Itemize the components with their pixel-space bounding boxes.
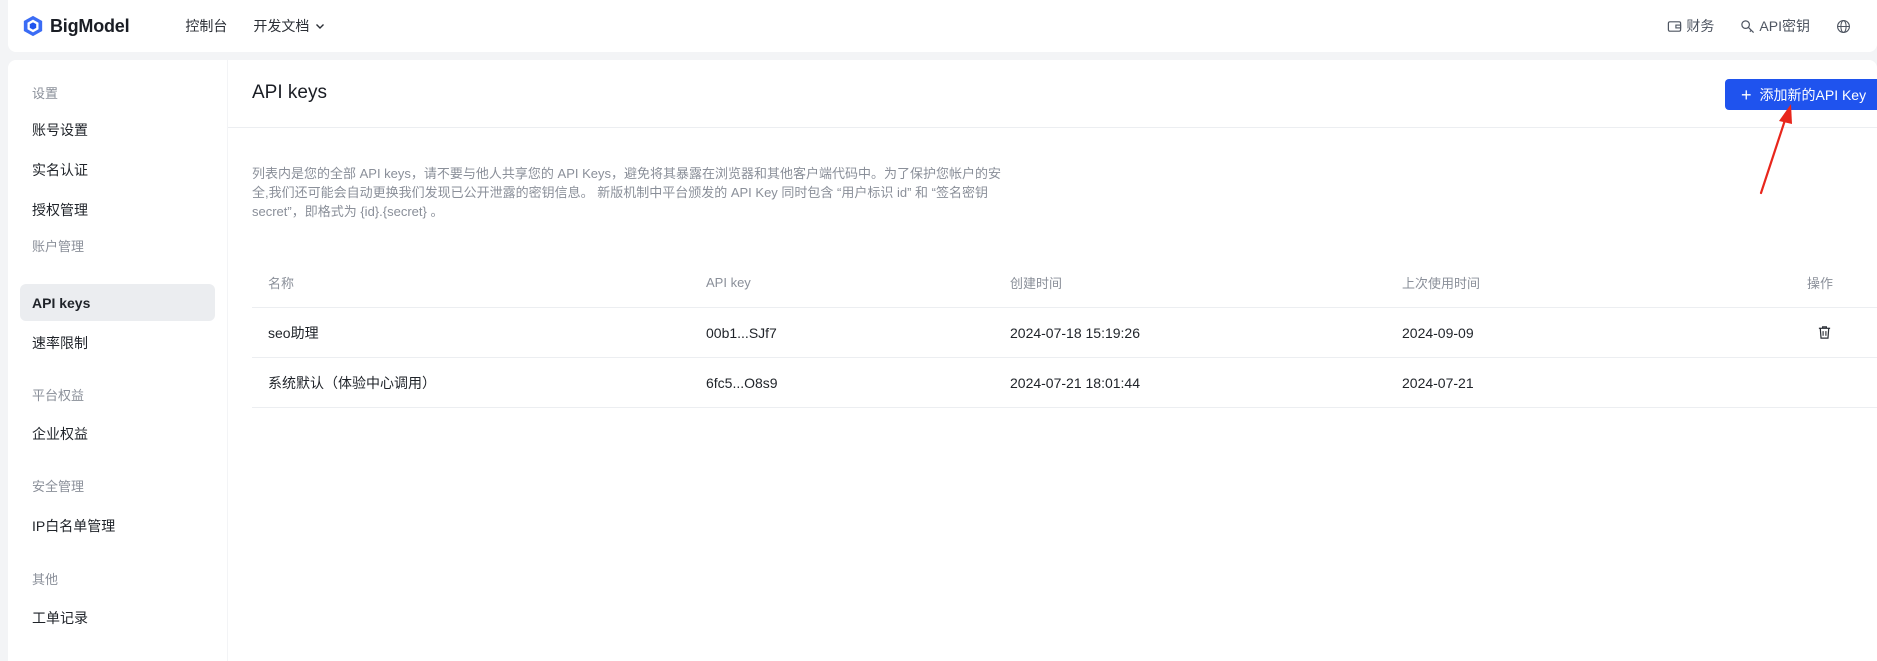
- top-right-actions: 财务 API密钥: [1667, 0, 1855, 52]
- sidebar-group-settings: 设置: [32, 86, 59, 101]
- header-action: 操作: [1807, 276, 1834, 291]
- api-key-label: API密钥: [1759, 18, 1810, 34]
- main-panel: API keys + 添加新的API Key 列表内是您的全部 API keys…: [228, 60, 1877, 661]
- globe-icon: [1837, 19, 1850, 33]
- finance-link[interactable]: 财务: [1667, 16, 1714, 36]
- wallet-icon: [1668, 20, 1682, 32]
- header-name: 名称: [268, 276, 295, 291]
- sidebar-item-rate-limit[interactable]: 速率限制: [20, 324, 215, 361]
- top-navigation-bar: BigModel 控制台 开发文档 财务 API密钥: [8, 0, 1877, 52]
- nav-docs-label: 开发文档: [253, 18, 310, 34]
- main-header: API keys + 添加新的API Key: [228, 60, 1877, 128]
- sidebar-item-api-keys[interactable]: API keys: [20, 284, 215, 321]
- add-api-key-button[interactable]: + 添加新的API Key: [1725, 79, 1877, 110]
- api-key-link[interactable]: API密钥: [1740, 16, 1810, 36]
- sidebar-item-real-name-auth[interactable]: 实名认证: [20, 151, 215, 188]
- sidebar-group-account: 账户管理: [32, 239, 85, 254]
- sidebar-group-other: 其他: [32, 572, 59, 587]
- chevron-down-icon: [316, 24, 325, 29]
- page-title: API keys: [252, 82, 327, 103]
- api-keys-description: 列表内是您的全部 API keys，请不要与他人共享您的 API Keys，避免…: [252, 166, 1001, 219]
- sidebar-item-enterprise-rights[interactable]: 企业权益: [20, 415, 215, 452]
- row-last-used-time: 2024-09-09: [1402, 324, 1474, 341]
- sidebar-group-platform-rights: 平台权益: [32, 388, 85, 403]
- sidebar-group-security: 安全管理: [32, 479, 85, 494]
- plus-icon: +: [1741, 84, 1752, 105]
- row-created-time: 2024-07-18 15:19:26: [1010, 324, 1140, 341]
- trash-icon[interactable]: [1817, 325, 1832, 340]
- nav-docs-dropdown[interactable]: 开发文档: [253, 16, 325, 36]
- table-row: seo助理 00b1...SJf7 2024-07-18 15:19:26 20…: [252, 308, 1877, 358]
- language-switch[interactable]: [1836, 19, 1855, 34]
- row-action: [1807, 308, 1832, 357]
- sidebar-item-ip-whitelist[interactable]: IP白名单管理: [20, 507, 215, 544]
- key-icon: [1741, 19, 1755, 33]
- nav-console-label: 控制台: [185, 18, 228, 34]
- row-last-used-time: 2024-07-21: [1402, 374, 1474, 391]
- finance-label: 财务: [1686, 18, 1715, 34]
- top-nav: 控制台 开发文档: [185, 16, 325, 36]
- row-api-key: 00b1...SJf7: [706, 324, 777, 341]
- row-name: seo助理: [268, 324, 319, 341]
- header-api-key: API key: [706, 275, 751, 290]
- nav-console[interactable]: 控制台: [185, 16, 227, 36]
- table-row: 系统默认（体验中心调用） 6fc5...O8s9 2024-07-21 18:0…: [252, 358, 1877, 408]
- api-keys-table: 名称 API key 创建时间 上次使用时间 操作 seo助理 00b1...S…: [252, 258, 1877, 408]
- sidebar: 设置 账号设置 实名认证 授权管理 账户管理 API keys 速率限制 平台权…: [8, 60, 227, 661]
- brand-name: BigModel: [50, 15, 130, 36]
- row-created-time: 2024-07-21 18:01:44: [1010, 374, 1140, 391]
- brand[interactable]: BigModel: [22, 15, 130, 37]
- row-name: 系统默认（体验中心调用）: [268, 374, 436, 391]
- sidebar-item-account-settings[interactable]: 账号设置: [20, 111, 215, 148]
- bigmodel-logo-icon: [23, 15, 43, 37]
- sidebar-item-authorization[interactable]: 授权管理: [20, 191, 215, 228]
- table-header-row: 名称 API key 创建时间 上次使用时间 操作: [252, 258, 1877, 308]
- header-last-used-time: 上次使用时间: [1402, 276, 1481, 291]
- row-api-key: 6fc5...O8s9: [706, 374, 778, 391]
- sidebar-item-tickets[interactable]: 工单记录: [20, 599, 215, 636]
- add-api-key-label: 添加新的API Key: [1759, 86, 1867, 103]
- header-created-time: 创建时间: [1010, 276, 1063, 291]
